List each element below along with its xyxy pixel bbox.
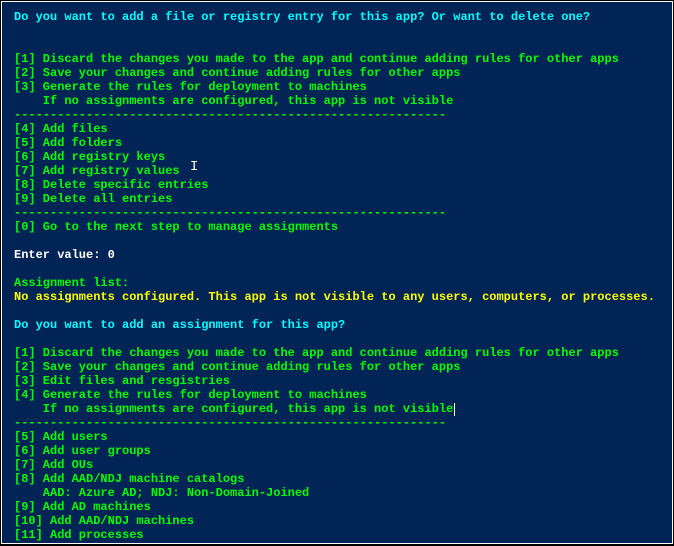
menu-option: [5] Add folders	[14, 136, 660, 150]
menu-option: [8] Add AAD/NDJ machine catalogs	[14, 472, 660, 486]
menu-option: [0] Go to the next step to manage assign…	[14, 220, 660, 234]
text-caret-icon	[454, 403, 455, 416]
menu-option-note: If no assignments are configured, this a…	[14, 402, 660, 416]
menu-option: [9] Add AD machines	[14, 500, 660, 514]
assignment-header: Assignment list:	[14, 276, 660, 290]
divider: ----------------------------------------…	[14, 416, 660, 430]
menu-option: [3] Generate the rules for deployment to…	[14, 80, 660, 94]
menu-option: [5] Add users	[14, 430, 660, 444]
menu-option: [10] Add AAD/NDJ machines	[14, 514, 660, 528]
menu-option: [7] Add OUs	[14, 458, 660, 472]
blank	[14, 234, 660, 248]
divider: ----------------------------------------…	[14, 108, 660, 122]
powershell-console[interactable]: Do you want to add a file or registry en…	[1, 1, 673, 544]
menu-option: [6] Add user groups	[14, 444, 660, 458]
section2-prompt: Do you want to add an assignment for thi…	[14, 318, 660, 332]
menu-option: [4] Generate the rules for deployment to…	[14, 388, 660, 402]
menu-option: [7] Add registry values	[14, 164, 660, 178]
menu-option: [4] Add files	[14, 122, 660, 136]
enter-value-line: Enter value: 0	[14, 248, 660, 262]
blank	[14, 332, 660, 346]
blank	[14, 24, 660, 38]
menu-option: [9] Delete all entries	[14, 192, 660, 206]
divider: ----------------------------------------…	[14, 206, 660, 220]
blank	[14, 542, 660, 544]
menu-option: [6] Add registry keys	[14, 150, 660, 164]
section1-prompt: Do you want to add a file or registry en…	[14, 10, 660, 24]
menu-option: [2] Save your changes and continue addin…	[14, 360, 660, 374]
menu-option-note: AAD: Azure AD; NDJ: Non-Domain-Joined	[14, 486, 660, 500]
menu-option: [2] Save your changes and continue addin…	[14, 66, 660, 80]
menu-option: [1] Discard the changes you made to the …	[14, 346, 660, 360]
blank	[14, 38, 660, 52]
menu-option: [11] Add processes	[14, 528, 660, 542]
blank	[14, 262, 660, 276]
menu-option: [8] Delete specific entries	[14, 178, 660, 192]
blank	[14, 304, 660, 318]
entered-value: 0	[108, 248, 115, 262]
menu-option-note: If no assignments are configured, this a…	[14, 94, 660, 108]
menu-option: [3] Edit files and resgistries	[14, 374, 660, 388]
menu-option: [1] Discard the changes you made to the …	[14, 52, 660, 66]
enter-label: Enter value:	[14, 248, 108, 262]
assignment-status: No assignments configured. This app is n…	[14, 290, 660, 304]
